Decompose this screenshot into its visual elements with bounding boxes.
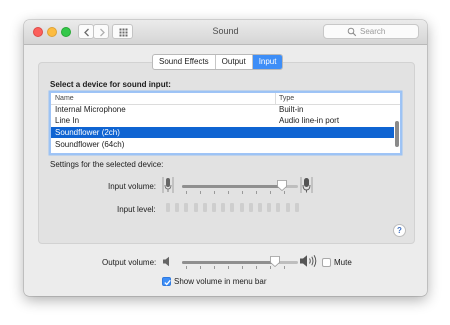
- input-level-bar: [202, 203, 207, 212]
- device-name: Internal Microphone: [55, 105, 126, 114]
- table-row-selected[interactable]: Soundflower (2ch): [51, 127, 394, 138]
- input-volume-slider-thumb[interactable]: [276, 180, 287, 191]
- input-level-bar: [212, 203, 216, 212]
- input-level-bar: [193, 203, 198, 212]
- input-volume-slider-fill: [182, 185, 282, 188]
- column-header-name[interactable]: Name: [55, 95, 74, 102]
- table-row[interactable]: Soundflower (64ch): [51, 139, 400, 150]
- tab-bar: Sound Effects Output Input: [152, 54, 284, 70]
- slider-tick: [284, 191, 285, 194]
- slider-tick: [242, 266, 243, 269]
- microphone-low-icon: [162, 177, 174, 193]
- table-row[interactable]: Line In Audio line-in port: [51, 115, 400, 126]
- slider-tick: [228, 191, 229, 194]
- slider-tick: [214, 266, 215, 269]
- input-level-bar: [248, 203, 253, 212]
- device-select-heading: Select a device for sound input:: [50, 80, 171, 89]
- output-volume-slider-fill: [182, 261, 275, 264]
- title-bar: Sound Search: [24, 20, 427, 45]
- column-header-type[interactable]: Type: [279, 95, 294, 102]
- slider-tick: [214, 191, 215, 194]
- device-name: Line In: [55, 116, 80, 125]
- input-level-bar: [175, 203, 180, 212]
- input-level-bar: [239, 203, 244, 212]
- help-button[interactable]: ?: [393, 224, 406, 237]
- magnifier-icon: [347, 27, 357, 37]
- sound-preferences-window: Sound Search Sound Effects Output Input …: [24, 20, 427, 296]
- speaker-low-icon: [163, 256, 169, 267]
- search-field[interactable]: Search: [323, 24, 419, 39]
- slider-tick: [186, 266, 187, 269]
- show-volume-checkbox[interactable]: [162, 277, 171, 286]
- slider-tick: [256, 191, 257, 194]
- input-level-bar: [294, 203, 299, 212]
- column-divider: [275, 93, 276, 104]
- slider-tick: [256, 266, 257, 269]
- slider-tick: [242, 191, 243, 194]
- input-level-bar: [258, 203, 262, 212]
- input-volume-label: Input volume:: [108, 182, 157, 191]
- settings-label: Settings for the selected device:: [50, 160, 164, 169]
- device-name: Soundflower (64ch): [55, 140, 125, 149]
- device-type: Audio line-in port: [279, 116, 340, 125]
- input-level-bar: [276, 203, 281, 212]
- microphone-high-icon: [300, 177, 313, 193]
- slider-tick: [200, 266, 201, 269]
- tab-sound-effects[interactable]: Sound Effects: [153, 55, 216, 69]
- slider-tick: [186, 191, 187, 194]
- input-level-bar: [230, 203, 235, 212]
- tab-output[interactable]: Output: [216, 55, 253, 69]
- speaker-high-icon: [300, 254, 317, 268]
- table-scrollbar[interactable]: [395, 121, 399, 147]
- slider-tick: [200, 191, 201, 194]
- input-level-bar: [285, 203, 290, 212]
- input-level-bar: [221, 203, 226, 212]
- show-volume-label: Show volume in menu bar: [174, 277, 267, 286]
- search-placeholder: Search: [360, 27, 386, 36]
- output-volume-slider-thumb[interactable]: [269, 256, 280, 267]
- input-level-label: Input level:: [117, 205, 156, 214]
- input-level-bar: [267, 203, 272, 212]
- input-level-bar: [184, 203, 189, 212]
- output-volume-label: Output volume:: [102, 258, 157, 267]
- slider-tick: [270, 191, 271, 194]
- slider-tick: [228, 266, 229, 269]
- device-name: Soundflower (2ch): [55, 128, 120, 137]
- mute-label: Mute: [334, 258, 352, 267]
- input-device-table[interactable]: Name Type Internal Microphone Built-in L…: [50, 92, 401, 154]
- slider-tick: [284, 266, 285, 269]
- checkmark-icon: [164, 279, 171, 286]
- table-row[interactable]: Internal Microphone Built-in: [51, 104, 400, 115]
- device-type: Built-in: [279, 105, 304, 114]
- mute-checkbox[interactable]: [322, 258, 331, 267]
- tab-input[interactable]: Input: [252, 55, 283, 69]
- input-level-bar: [166, 203, 170, 212]
